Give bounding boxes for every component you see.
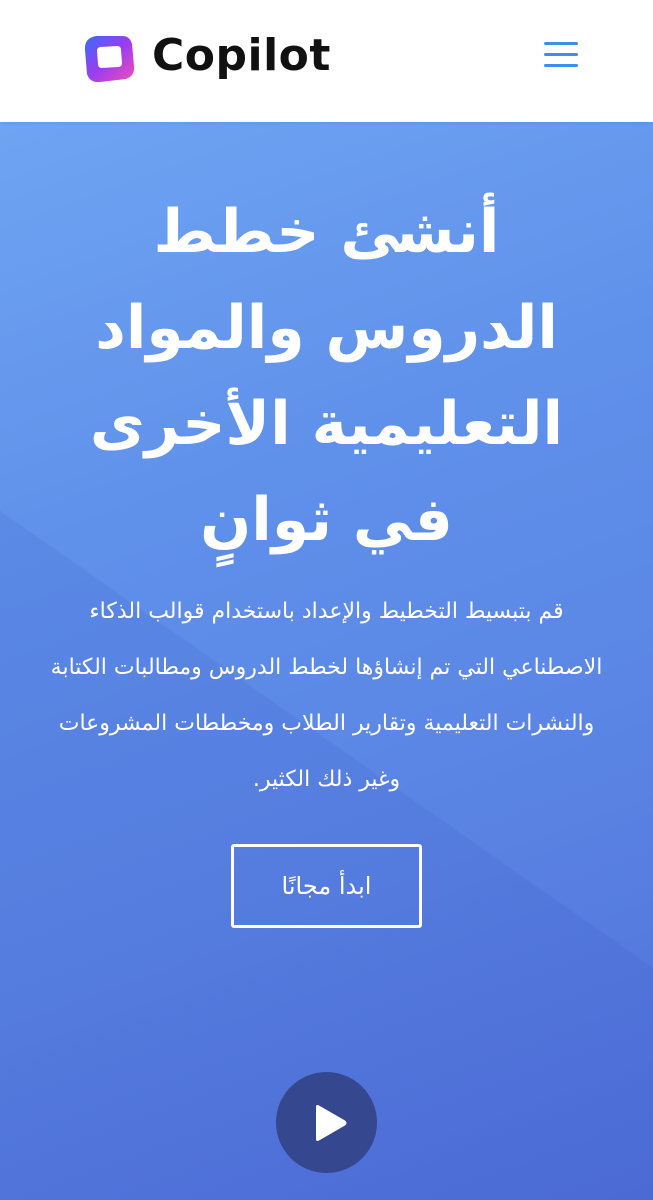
hero-title-line: الدروس والمواد	[95, 293, 558, 363]
start-free-button[interactable]: ابدأ مجانًا	[231, 844, 422, 928]
site-header: Copilot	[0, 0, 653, 122]
hero-title-line: التعليمية الأخرى	[89, 389, 564, 459]
hero-section: أنشئ خطط الدروس والمواد التعليمية الأخرى…	[0, 122, 653, 1200]
play-video-button[interactable]	[276, 1072, 377, 1173]
hero-description: قم بتبسيط التخطيط والإعداد باستخدام قوال…	[50, 599, 603, 792]
brand-name[interactable]: Copilot	[152, 26, 331, 86]
copilot-logo-icon[interactable]	[82, 30, 136, 84]
menu-bar-middle	[544, 53, 578, 56]
hero-title: أنشئ خطط الدروس والمواد التعليمية الأخرى…	[30, 184, 623, 568]
hero-title-line: أنشئ خطط	[153, 197, 500, 267]
menu-bar-bottom	[544, 64, 578, 67]
play-icon	[316, 1105, 347, 1141]
hero-title-line: في ثوانٍ	[200, 485, 453, 555]
menu-bar-top	[544, 42, 578, 45]
hamburger-menu-icon[interactable]	[538, 36, 584, 74]
